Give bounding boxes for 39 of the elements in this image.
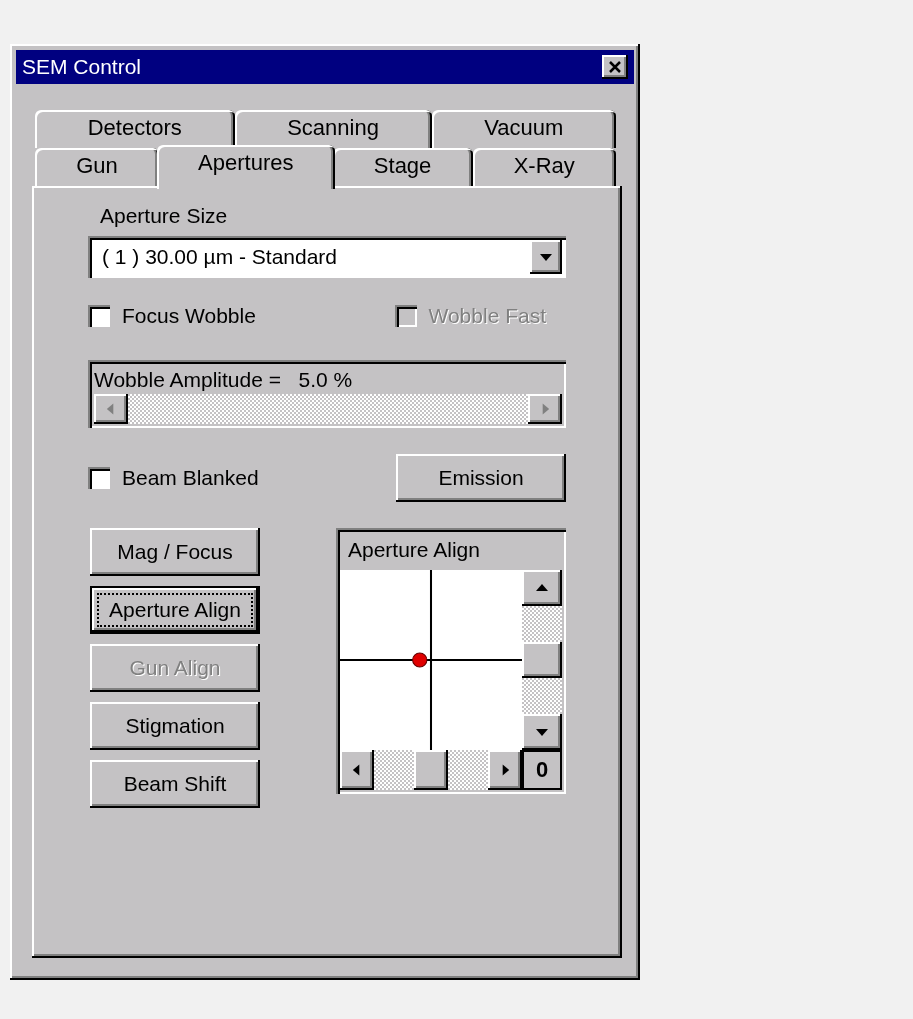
window-title: SEM Control [22, 55, 142, 79]
checkbox-label: Focus Wobble [122, 304, 256, 328]
dropdown-button[interactable] [530, 240, 562, 274]
scroll-left-button[interactable] [340, 750, 374, 790]
checkbox-label: Beam Blanked [122, 466, 259, 490]
tab[interactable]: Detectors [35, 110, 235, 148]
alignment-field[interactable] [340, 570, 522, 750]
scroll-left-button[interactable] [94, 394, 128, 424]
command-button[interactable]: Mag / Focus [90, 528, 260, 576]
scroll-down-button[interactable] [522, 714, 562, 750]
emission-button[interactable]: Emission [396, 454, 566, 502]
checkbox-label: Wobble Fast [428, 304, 546, 328]
amplitude-reading: Wobble Amplitude = 5.0 % [94, 368, 354, 392]
up-arrow-icon [535, 582, 549, 594]
position-counter: 0 [522, 750, 562, 790]
scroll-thumb[interactable] [414, 750, 448, 790]
tab[interactable]: Scanning [234, 110, 432, 148]
pad-title: Aperture Align [347, 537, 481, 563]
scroll-up-button[interactable] [522, 570, 562, 606]
tab[interactable]: X-Ray [472, 148, 616, 186]
close-icon [608, 61, 622, 73]
down-arrow-icon [535, 726, 549, 738]
tab[interactable]: Stage [332, 148, 473, 186]
dropdown-value: ( 1 ) 30.00 µm - Standard [102, 245, 339, 269]
command-button[interactable]: Stigmation [90, 702, 260, 750]
scroll-thumb[interactable] [522, 642, 562, 678]
scroll-right-button[interactable] [528, 394, 562, 424]
command-button[interactable]: Beam Shift [90, 760, 260, 808]
command-button[interactable]: Aperture Align [90, 586, 260, 634]
scroll-right-button[interactable] [488, 750, 522, 790]
tab[interactable]: Apertures [156, 145, 335, 189]
aperture-size-dropdown[interactable]: ( 1 ) 30.00 µm - Standard [88, 236, 566, 278]
tab[interactable]: Gun [35, 148, 159, 186]
tab[interactable]: Vacuum [431, 110, 616, 148]
close-button[interactable] [602, 55, 628, 79]
caret-icon [539, 251, 553, 263]
checkbox[interactable] [88, 467, 110, 489]
field-label: Aperture Size [100, 204, 229, 228]
checkbox[interactable] [88, 305, 110, 327]
